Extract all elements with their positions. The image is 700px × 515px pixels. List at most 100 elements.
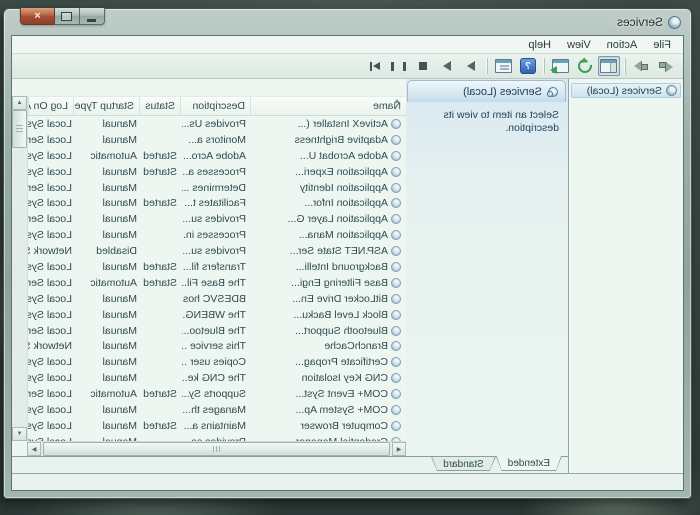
title-group: Services [617, 15, 681, 29]
content-area: Services (Local) Services (Local) Select… [12, 79, 683, 473]
cell-name: Application Layer G... [251, 213, 406, 225]
cell-startup-type: Manual [102, 197, 137, 210]
service-row[interactable]: COM+ Event Syst... Supports Sy... Started A… [28, 386, 406, 402]
service-row[interactable]: COM+ System Ap... Manages th... Manual Loca… [28, 402, 406, 418]
service-row[interactable]: Computer Browser Maintains a... Started Man… [28, 418, 406, 434]
cell-name: Certificate Propag... [251, 356, 406, 368]
menu-action[interactable]: Action [599, 38, 646, 52]
service-name-text: Application Experi... [295, 165, 388, 178]
service-name-text: Block Level Backu... [293, 308, 388, 321]
stop-service-button[interactable] [412, 56, 434, 76]
cell-name: ASP.NET State Ser... [251, 245, 406, 257]
vertical-scroll-track[interactable] [12, 148, 27, 427]
cell-log-on-as: Local Service [28, 213, 72, 226]
service-row[interactable]: ActiveX Installer (... Provides Us... Manu… [28, 116, 406, 132]
export-list-button[interactable] [550, 56, 572, 76]
service-name-text: Computer Browser [300, 419, 388, 432]
service-row[interactable]: Credential ManagerProvides se...ManualLo… [28, 434, 406, 441]
service-row[interactable]: Application Experi... Processes a... Start… [28, 164, 406, 180]
cell-description: Transfers fil... [182, 260, 246, 273]
pause-service-button[interactable] [388, 56, 410, 76]
cell-name: Base Filtering Engi... [251, 277, 406, 289]
services-snapin-icon [547, 86, 558, 97]
service-row[interactable]: Background Intelli... Transfers fil... Sta… [28, 259, 406, 275]
restart-service-button[interactable] [364, 56, 386, 76]
cell-name: BranchCache [251, 340, 406, 352]
service-name-text: Application Mana... [298, 229, 388, 242]
service-row[interactable]: Application Layer G... Provides su... Manu… [28, 211, 406, 227]
service-row[interactable]: Bluetooth Support... The Bluetoo... Manual… [28, 323, 406, 339]
cell-name: Application Infor... [251, 197, 406, 209]
vertical-scroll-thumb[interactable] [12, 110, 27, 148]
scroll-up-button[interactable]: ▲ [12, 96, 27, 110]
menu-view[interactable]: View [559, 38, 599, 52]
tab-extended[interactable]: Extended [496, 456, 562, 471]
bottom-filler [12, 473, 683, 490]
service-name-text: BranchCache [324, 340, 388, 353]
sort-ascending-icon [394, 99, 400, 103]
service-row[interactable]: Adaptive Brightness Monitors a... Manual Lo… [28, 132, 406, 148]
horizontal-scroll-thumb[interactable] [43, 442, 390, 456]
service-gear-icon [391, 341, 401, 352]
cell-log-on-as: Local Service [28, 181, 72, 194]
service-gear-icon [391, 293, 401, 304]
menu-file[interactable]: File [645, 38, 679, 52]
service-gear-icon [391, 309, 401, 320]
service-row[interactable]: Certificate Propag... Copies user ... Manu… [28, 354, 406, 370]
service-row[interactable]: Adobe Acrobat U... Adobe Acro... Started Au… [28, 148, 406, 164]
cell-description: BDESVC hos... [182, 292, 246, 305]
back-button[interactable] [655, 56, 677, 76]
arrow-right-icon [634, 60, 650, 72]
cell-name: Computer Browser [251, 420, 406, 432]
cell-log-on-as: Local Service [28, 324, 72, 337]
scroll-left-button[interactable]: ◀ [392, 442, 406, 456]
cell-description: The Base Fil... [182, 276, 246, 289]
horizontal-scrollbar[interactable]: ◀ ▶ [27, 441, 406, 456]
column-header-startup-type[interactable]: Startup Type [73, 97, 139, 115]
cell-startup-type: Manual [102, 403, 137, 416]
maximize-button[interactable] [54, 8, 80, 25]
show-hide-console-tree-button[interactable] [598, 56, 620, 76]
cell-status: Started [143, 165, 177, 178]
close-button[interactable]: × [20, 8, 55, 25]
service-row[interactable]: Application Infor... Facilitates t... Star… [28, 195, 406, 211]
service-row[interactable]: Base Filtering Engi... The Base Fil... Sta… [28, 275, 406, 291]
service-row[interactable]: BranchCache This service ... Manual Network… [28, 338, 406, 354]
service-row[interactable]: ASP.NET State Ser... Provides su... Disabl… [28, 243, 406, 259]
tab-standard[interactable]: Standard [431, 457, 496, 471]
resume-service-button[interactable] [436, 56, 458, 76]
cell-description: Maintains a... [183, 419, 246, 432]
service-row[interactable]: CNG Key Isolation The CNG ke... Manual Loca… [28, 370, 406, 386]
scroll-down-button[interactable]: ▼ [12, 427, 27, 441]
column-header-log-on-as[interactable]: Log On As [28, 97, 73, 115]
column-header-status[interactable]: Status [139, 97, 180, 115]
menu-help[interactable]: Help [520, 38, 559, 52]
service-gear-icon [391, 420, 401, 431]
horizontal-scroll-track[interactable] [41, 442, 392, 456]
service-name-text: Application Layer G... [287, 213, 388, 226]
title-bar[interactable]: Services × [4, 8, 691, 35]
minimize-button[interactable] [79, 8, 105, 25]
scroll-right-button[interactable]: ▶ [27, 442, 41, 456]
service-row[interactable]: BitLocker Drive En... BDESVC hos... Manual… [28, 291, 406, 307]
service-row[interactable]: Application Identity Determines ... Manual… [28, 180, 406, 196]
cell-log-on-as: Local Syste... [28, 197, 72, 210]
service-row[interactable]: Block Level Backu... The WBENG... Manual Lo… [28, 307, 406, 323]
column-header-name[interactable]: Name [250, 97, 406, 115]
vertical-scrollbar[interactable]: ▲ ▼ [12, 96, 28, 441]
cell-description: Copies user ... [182, 356, 246, 369]
properties-button[interactable] [493, 56, 515, 76]
service-row[interactable]: Application Mana... Processes in... Manual… [28, 227, 406, 243]
cell-log-on-as: Network S... [28, 245, 72, 258]
tree-item-services-local[interactable]: Services (Local) [571, 83, 681, 98]
console-tree-panel[interactable]: Services (Local) [568, 79, 683, 473]
column-header-description[interactable]: Description [180, 97, 250, 115]
help-button[interactable] [517, 56, 539, 76]
toolbar-separator [625, 58, 626, 74]
start-service-button[interactable] [460, 56, 482, 76]
forward-button[interactable] [631, 56, 653, 76]
cell-name: Block Level Backu... [251, 309, 406, 321]
cell-name: Adaptive Brightness [251, 134, 406, 146]
service-gear-icon [391, 277, 401, 288]
refresh-button[interactable] [574, 56, 596, 76]
